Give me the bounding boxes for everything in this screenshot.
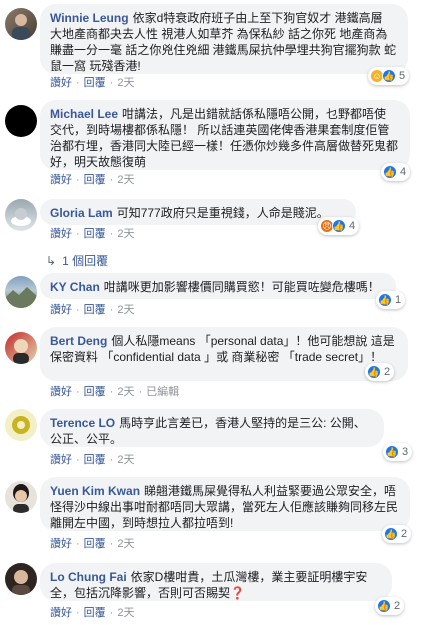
like-icon: 👍 <box>385 445 399 459</box>
like-button[interactable]: 讚好 <box>50 386 72 398</box>
comment-author[interactable]: Michael Lee <box>50 107 118 121</box>
reaction-summary[interactable]: 😠 👍 4 <box>318 217 360 235</box>
comment-actions: 讚好 · 回覆 · 2天 <box>50 304 135 316</box>
like-button[interactable]: 讚好 <box>50 538 72 550</box>
reaction-summary[interactable]: 👍 2 <box>382 525 412 543</box>
reaction-count: 5 <box>399 70 406 82</box>
reply-button[interactable]: 回覆 <box>84 538 106 550</box>
question-mark-icon: ❓ <box>230 586 245 600</box>
reply-button[interactable]: 回覆 <box>84 454 106 466</box>
reply-button[interactable]: 回覆 <box>84 304 106 316</box>
like-button[interactable]: 讚好 <box>50 174 72 186</box>
comment-actions: 讚好 · 回覆 · 2天 · 已編輯 <box>50 386 180 398</box>
avatar[interactable] <box>5 332 37 364</box>
avatar[interactable] <box>5 409 37 441</box>
reaction-count: 2 <box>384 366 391 378</box>
reaction-summary[interactable]: 👍 2 <box>375 597 405 615</box>
reaction-summary[interactable]: 👍 1 <box>376 291 406 309</box>
comment-time[interactable]: 2天 <box>117 386 134 398</box>
avatar[interactable] <box>5 8 37 40</box>
comment-bubble: Gloria Lam 可知777政府只是重視錢，人命是賤泥。 <box>40 199 356 225</box>
reaction-summary[interactable]: ☺ 👍 5 <box>368 67 410 85</box>
reaction-count: 1 <box>395 294 402 306</box>
comment-actions: 讚好 · 回覆 · 2天 <box>50 174 135 186</box>
like-button[interactable]: 讚好 <box>50 228 72 240</box>
avatar[interactable] <box>5 481 37 513</box>
like-button[interactable]: 讚好 <box>50 454 72 466</box>
view-replies-link[interactable]: ↳ 1 個回覆 <box>46 252 108 269</box>
comment-bubble: Terence LO 馬時亨此言差已，香港人堅持的是三公: 公開、公正、公平。 <box>40 409 384 447</box>
comment-author[interactable]: KY Chan <box>50 280 100 294</box>
reply-button[interactable]: 回覆 <box>84 174 106 186</box>
reply-button[interactable]: 回覆 <box>84 607 106 619</box>
like-icon: 👍 <box>377 599 391 613</box>
reply-button[interactable]: 回覆 <box>84 228 106 240</box>
comment-author[interactable]: Bert Deng <box>50 334 107 348</box>
avatar[interactable] <box>5 105 37 137</box>
comment-author[interactable]: Lo Chung Fai <box>50 570 127 584</box>
comment-time[interactable]: 2天 <box>117 228 134 240</box>
like-icon: 👍 <box>332 219 346 233</box>
like-button[interactable]: 讚好 <box>50 77 72 89</box>
avatar[interactable] <box>5 276 37 308</box>
comment-bubble: KY Chan 咁講咪更加影響樓價同購買慾！可能買咗變危樓嗎！ <box>40 273 396 299</box>
comment-time[interactable]: 2天 <box>117 174 134 186</box>
reply-button[interactable]: 回覆 <box>84 77 106 89</box>
reaction-count: 3 <box>402 446 409 458</box>
edited-label[interactable]: 已編輯 <box>146 386 179 398</box>
comment-time[interactable]: 2天 <box>117 304 134 316</box>
comment-author[interactable]: Winnie Leung <box>50 11 129 25</box>
comment-actions: 讚好 · 回覆 · 2天 <box>50 228 135 240</box>
comment-author[interactable]: Yuen Kim Kwan <box>50 484 140 498</box>
like-icon: 👍 <box>384 527 398 541</box>
comment-time[interactable]: 2天 <box>117 77 134 89</box>
comment-time[interactable]: 2天 <box>117 538 134 550</box>
reaction-count: 4 <box>349 220 356 232</box>
reaction-count: 2 <box>394 600 401 612</box>
comment-actions: 讚好 · 回覆 · 2天 <box>50 454 135 466</box>
comment-time[interactable]: 2天 <box>117 607 134 619</box>
like-button[interactable]: 讚好 <box>50 607 72 619</box>
reaction-count: 2 <box>401 528 408 540</box>
reply-button[interactable]: 回覆 <box>84 386 106 398</box>
reply-arrow-icon: ↳ <box>46 254 57 268</box>
like-icon: 👍 <box>378 293 392 307</box>
avatar[interactable] <box>5 563 37 595</box>
replies-count[interactable]: 1 個回覆 <box>62 254 108 268</box>
comment-bubble: Yuen Kim Kwan 睇翹港鐵馬屎覺得私人利益緊要過公眾安全，唔怪得沙中線出… <box>40 477 410 531</box>
comment-bubble: Winnie Leung 依家d特衰政府班子由上至下狗官奴才 港鐵高層 大地產商都… <box>40 4 408 74</box>
like-icon: 👍 <box>383 165 397 179</box>
comment-time[interactable]: 2天 <box>117 454 134 466</box>
comment-text: 咁講咪更加影響樓價同購買慾！可能買咗變危樓嗎！ <box>103 280 380 294</box>
reaction-summary[interactable]: 👍 3 <box>383 443 413 461</box>
comment-actions: 讚好 · 回覆 · 2天 <box>50 77 135 89</box>
reaction-count: 4 <box>400 166 407 178</box>
reaction-summary[interactable]: 👍 2 <box>365 363 395 381</box>
comment-text: 可知777政府只是重視錢，人命是賤泥。 <box>116 206 329 220</box>
avatar[interactable] <box>5 199 37 231</box>
comment-actions: 讚好 · 回覆 · 2天 <box>50 607 135 619</box>
comment-bubble: Bert Deng 個人私隱means 「personal data」！他可能想說… <box>40 327 408 381</box>
like-button[interactable]: 讚好 <box>50 304 72 316</box>
like-icon: 👍 <box>382 69 396 83</box>
comment-bubble: Lo Chung Fai 依家D樓咁貴，土瓜灣樓，業主要証明樓宇安全，包括沉降影響… <box>40 563 392 601</box>
comment-author[interactable]: Gloria Lam <box>50 206 113 220</box>
reaction-summary[interactable]: 👍 4 <box>381 163 411 181</box>
like-icon: 👍 <box>367 365 381 379</box>
comment-bubble: Michael Lee 咁講法，凡是出錯就話係私隱唔公開，乜野都唔使交代，到時場樓… <box>40 100 410 170</box>
comment-actions: 讚好 · 回覆 · 2天 <box>50 538 135 550</box>
comment-author[interactable]: Terence LO <box>50 416 115 430</box>
